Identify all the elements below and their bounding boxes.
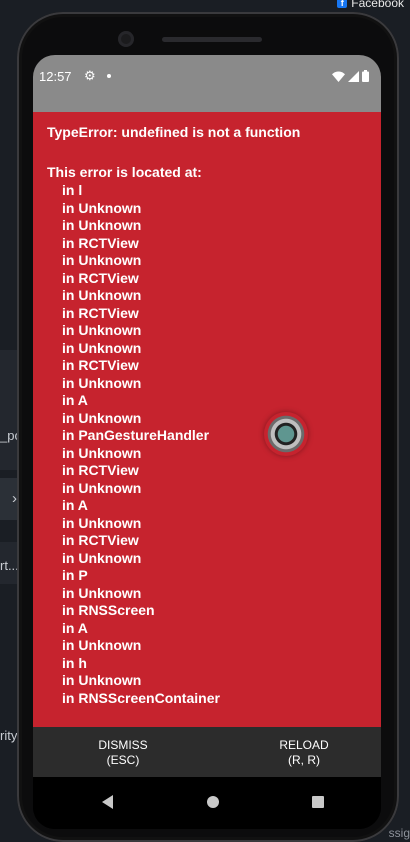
stack-frame: in Unknown: [62, 672, 142, 688]
stack-frame: in RCTView: [62, 234, 139, 251]
stack-frame: in Unknown: [62, 374, 142, 391]
stack-frame: in Unknown: [62, 584, 142, 601]
stack-frame: in Unknown: [62, 444, 142, 461]
stack-frame: in Unknown: [62, 339, 142, 356]
phone-screen: 12:57 ⚙ TypeError: undefined is not a fu…: [33, 55, 381, 829]
facebook-label: Facebook: [351, 0, 404, 10]
stack-frame: in RCTView: [62, 304, 139, 321]
dot-icon: [107, 74, 111, 78]
stack-frame: in A: [62, 392, 88, 408]
earpiece-speaker: [162, 37, 262, 42]
recent-apps-icon[interactable]: [312, 796, 324, 808]
stack-frame: in A: [62, 497, 88, 513]
stack-frame: in P: [62, 567, 88, 583]
status-bar: 12:57 ⚙: [33, 55, 381, 112]
home-icon[interactable]: [207, 796, 219, 808]
back-icon[interactable]: [99, 792, 119, 812]
stack-frame: in Unknown: [62, 287, 142, 303]
error-screen[interactable]: TypeError: undefined is not a function T…: [33, 112, 381, 727]
front-camera: [118, 31, 134, 47]
stack-frame: in Unknown: [62, 199, 142, 216]
status-time: 12:57: [39, 69, 72, 84]
redbox-button-bar: DISMISS (ESC) RELOAD (R, R): [33, 727, 381, 777]
stack-frame: in Unknown: [62, 637, 142, 653]
background-bottom-label: ssig: [388, 826, 410, 840]
stack-frame: in Unknown: [62, 514, 142, 531]
battery-icon: [362, 70, 369, 82]
stack-frame: in RNSScreen: [62, 602, 155, 618]
stack-frame: in RCTView: [62, 532, 139, 548]
reload-button-label: RELOAD: [279, 738, 329, 752]
background-side-label: _po: [0, 428, 18, 443]
gear-icon: ⚙: [84, 68, 96, 83]
dismiss-button-shortcut: (ESC): [106, 753, 140, 767]
signal-icon: [348, 70, 359, 82]
facebook-tab[interactable]: f Facebook: [337, 0, 404, 10]
phone-frame: 12:57 ⚙ TypeError: undefined is not a fu…: [17, 12, 399, 842]
error-located-label: This error is located at:: [47, 164, 202, 180]
stack-frame: in Unknown: [62, 252, 142, 268]
wifi-icon: [332, 71, 345, 82]
stack-frame: in Unknown: [62, 322, 142, 338]
reload-button[interactable]: RELOAD (R, R): [244, 738, 364, 768]
stack-frame: in RCTView: [62, 269, 139, 286]
stack-frame: in RCTView: [62, 357, 139, 373]
status-icons: [332, 70, 369, 82]
stack-frame: in Unknown: [62, 217, 142, 233]
navigation-bar: [33, 777, 381, 829]
facebook-icon: f: [337, 0, 348, 8]
stack-frame: in Unknown: [62, 479, 142, 496]
touch-indicator: [264, 412, 308, 456]
background-side-label: rity: [0, 728, 18, 743]
dismiss-button-label: DISMISS: [98, 738, 148, 752]
component-stack: in l in Unknown in Unknown in RCTView in…: [62, 182, 220, 707]
dismiss-button[interactable]: DISMISS (ESC): [63, 738, 183, 768]
stack-frame: in RCTView: [62, 462, 139, 478]
error-title: TypeError: undefined is not a function: [47, 124, 301, 140]
stack-frame: in RNSScreenContainer: [62, 689, 220, 706]
stack-frame: in h: [62, 654, 87, 671]
stack-frame: in PanGestureHandler: [62, 427, 210, 443]
background-side-label: rt...: [0, 558, 18, 573]
stack-frame: in A: [62, 619, 88, 636]
reload-button-shortcut: (R, R): [288, 753, 320, 767]
stack-frame: in Unknown: [62, 409, 142, 426]
stack-frame: in l: [62, 182, 83, 198]
stack-frame: in Unknown: [62, 549, 142, 566]
